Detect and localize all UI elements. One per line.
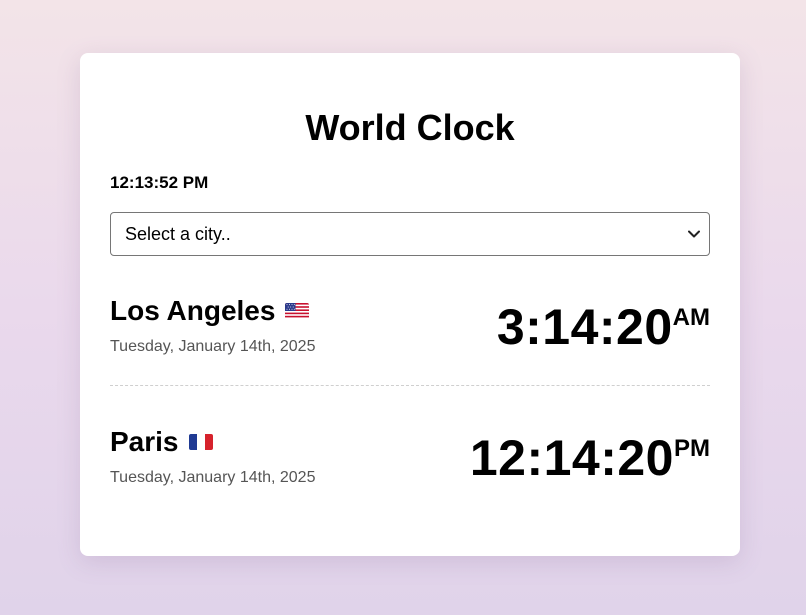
city-time-ampm: AM (672, 304, 710, 331)
city-select-value: Select a city.. (125, 223, 231, 244)
city-name: Los Angeles (110, 295, 276, 326)
city-row: Los Angeles Tuesday, January 14th, 2025 … (110, 293, 710, 363)
city-name: Paris (110, 426, 179, 457)
city-date: Tuesday, January 14th, 2025 (110, 469, 316, 486)
city-time-ampm: PM (674, 435, 710, 462)
flag-fr-icon (188, 434, 213, 450)
divider (110, 385, 710, 386)
city-row: Paris Tuesday, January 14th, 2025 12:14:… (110, 424, 710, 494)
city-time-value: 12:14:20 (469, 430, 674, 486)
world-clock-card: World Clock 12:13:52 PM Select a city.. … (80, 53, 740, 556)
city-select[interactable]: Select a city.. (110, 212, 710, 256)
page-title: World Clock (305, 107, 515, 148)
city-time-value: 3:14:20 (496, 299, 673, 355)
city-time: 3:14:20 AM (497, 297, 710, 357)
city-time: 12:14:20 PM (470, 428, 710, 488)
local-time: 12:13:52 PM (110, 173, 209, 192)
city-date: Tuesday, January 14th, 2025 (110, 338, 316, 355)
flag-us-icon (285, 303, 310, 319)
chevron-down-icon (687, 227, 701, 241)
